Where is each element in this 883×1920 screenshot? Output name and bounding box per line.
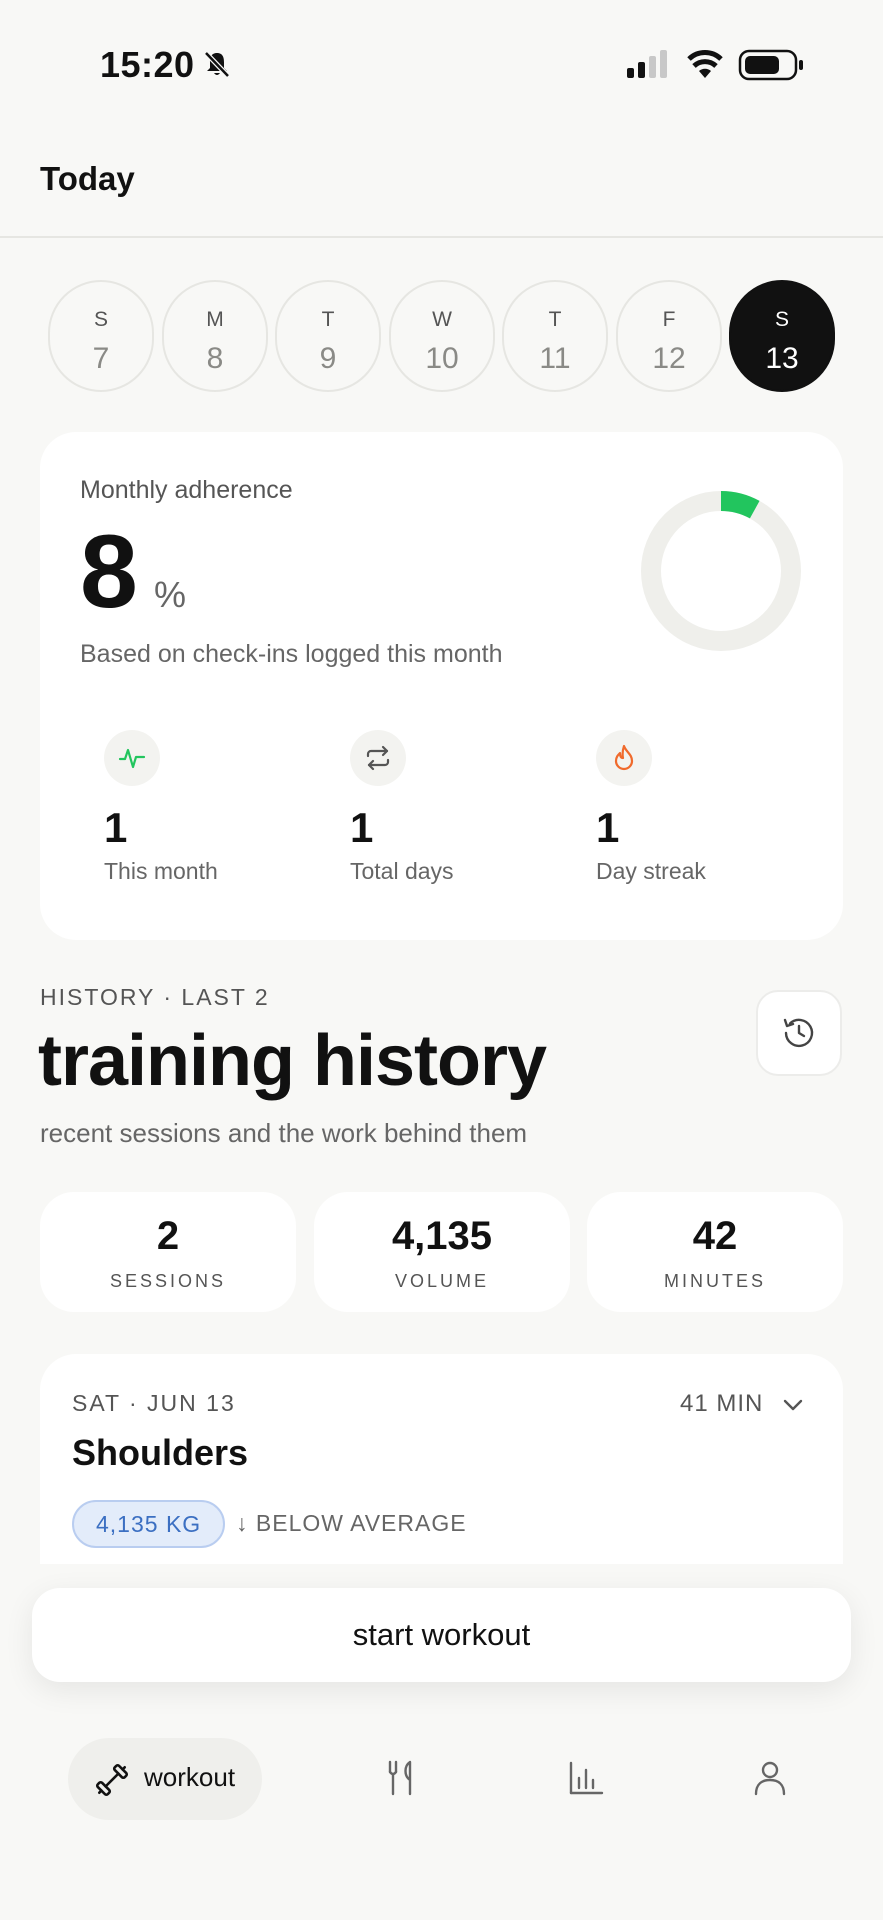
metric-label: SESSIONS — [109, 1271, 227, 1291]
day-letter: S — [774, 308, 789, 331]
status-bar: 15:20 — [0, 0, 883, 130]
day-number: 10 — [425, 342, 459, 375]
metric-sessions: 2 SESSIONS — [40, 1192, 296, 1312]
start-workout-button[interactable]: start workout — [32, 1588, 851, 1682]
day-item[interactable]: W 10 — [389, 280, 495, 392]
history-icon — [783, 1018, 814, 1048]
bell-muted-icon — [204, 51, 230, 78]
day-number: 13 — [765, 342, 799, 375]
adherence-value: 8 — [80, 514, 138, 630]
chevron-down-icon[interactable] — [780, 1392, 806, 1418]
status-time: 15:20 — [100, 44, 195, 85]
session-volume-badge: 4,135 KG — [72, 1500, 226, 1548]
day-letter: S — [93, 308, 108, 331]
flame-icon — [596, 730, 652, 786]
chart-icon[interactable] — [566, 1758, 606, 1798]
dumbbell-icon — [95, 1763, 129, 1797]
metric-volume: 4,135 VOLUME — [314, 1192, 570, 1312]
stat-value: 1 — [350, 804, 374, 851]
stat-label: Total days — [350, 858, 454, 884]
profile-icon[interactable] — [750, 1758, 790, 1798]
session-duration: 41 MIN — [680, 1390, 764, 1417]
metric-minutes: 42 MINUTES — [587, 1192, 843, 1312]
stat-label: Day streak — [596, 858, 706, 884]
session-performance-flag: ↓ BELOW AVERAGE — [236, 1510, 467, 1536]
stat-value: 1 — [104, 804, 128, 851]
nav-item-workout[interactable]: workout — [68, 1738, 262, 1820]
adherence-ring — [641, 491, 801, 651]
metric-value: 2 — [156, 1214, 180, 1258]
battery-icon — [738, 49, 803, 81]
stat-label: This month — [104, 858, 218, 884]
nav-active-label: workout — [144, 1762, 236, 1792]
adherence-card: Monthly adherence 8 % Based on check-ins… — [40, 432, 843, 940]
metric-value: 4,135 — [391, 1214, 493, 1258]
day-number: 8 — [206, 342, 224, 375]
day-letter: T — [548, 308, 562, 331]
day-number: 12 — [652, 342, 686, 375]
day-number: 7 — [92, 342, 110, 375]
stat-this-month: 1 This month — [104, 730, 304, 885]
adherence-label: Monthly adherence — [80, 476, 293, 504]
metric-label: VOLUME — [394, 1271, 490, 1291]
history-subtitle: recent sessions and the work behind them — [40, 1118, 528, 1148]
stat-value: 1 — [596, 804, 620, 851]
metric-label: MINUTES — [664, 1271, 766, 1291]
page-title: Today — [40, 160, 135, 197]
history-button[interactable] — [756, 990, 842, 1076]
day-letter: F — [662, 308, 676, 331]
session-date: SAT · JUN 13 — [72, 1390, 236, 1416]
activity-icon — [104, 730, 160, 786]
history-kicker: HISTORY · LAST 2 — [40, 984, 270, 1010]
session-name: Shoulders — [72, 1432, 249, 1473]
metric-value: 42 — [692, 1214, 738, 1258]
day-number: 9 — [319, 342, 337, 375]
history-title: training history — [38, 1021, 547, 1101]
header-divider — [0, 236, 883, 238]
day-letter: W — [432, 308, 452, 331]
adherence-unit: % — [154, 574, 187, 615]
day-item[interactable]: T 11 — [502, 280, 608, 392]
day-item[interactable]: S7 — [48, 280, 154, 392]
day-letter: M — [206, 308, 224, 331]
day-item[interactable]: F 12 — [616, 280, 722, 392]
utensils-icon[interactable] — [382, 1758, 422, 1798]
day-item[interactable]: M8 — [162, 280, 268, 392]
day-letter: T — [321, 308, 335, 331]
day-item[interactable]: T9 — [275, 280, 381, 392]
stat-day-streak: 1 Day streak — [596, 730, 796, 885]
stat-total-days: 1 Total days — [350, 730, 550, 885]
day-number: 11 — [539, 342, 571, 375]
session-card[interactable]: SAT · JUN 13 41 MIN Shoulders 4,135 KG ↓… — [40, 1354, 843, 1564]
adherence-subtitle: Based on check-ins logged this month — [80, 640, 503, 668]
wifi-icon — [687, 50, 723, 78]
day-item-selected[interactable]: S 13 — [729, 280, 835, 392]
repeat-icon — [350, 730, 406, 786]
signal-icon — [627, 50, 667, 78]
